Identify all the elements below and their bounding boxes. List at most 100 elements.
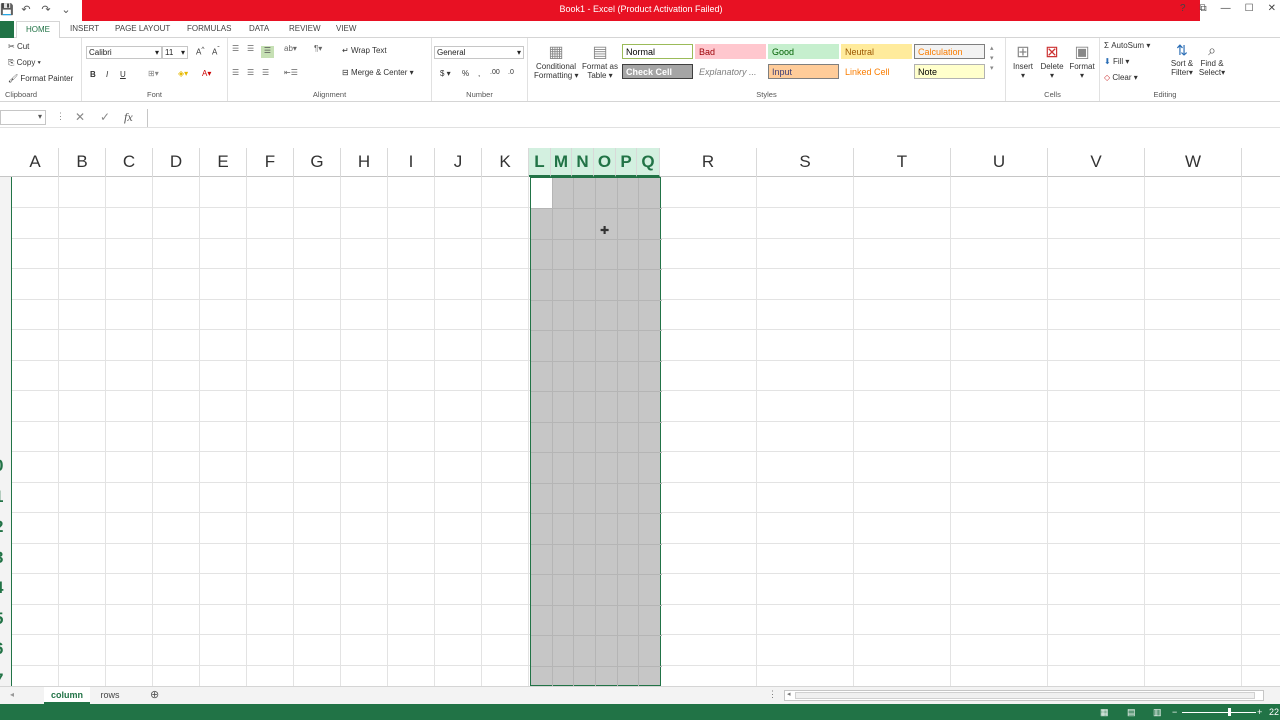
column-header-e[interactable]: E <box>200 148 247 177</box>
sheet-tab-column[interactable]: column <box>44 687 90 704</box>
clear-button[interactable]: ◇ Clear ▾ <box>1104 73 1138 82</box>
tab-formulas[interactable]: FORMULAS <box>187 24 231 33</box>
zoom-slider[interactable] <box>1182 712 1256 713</box>
column-header-u[interactable]: U <box>951 148 1048 177</box>
zoom-slider-thumb[interactable] <box>1228 708 1231 716</box>
rtl-icon[interactable]: ¶▾ <box>314 44 322 53</box>
zoom-level[interactable]: 22 <box>1269 707 1279 717</box>
column-header-g[interactable]: G <box>294 148 341 177</box>
undo-icon[interactable]: ↶ <box>20 3 32 16</box>
row-header[interactable]: 4 <box>0 578 3 598</box>
customize-qat-icon[interactable]: ⌄ <box>60 3 72 16</box>
row-header[interactable]: 7 <box>0 670 3 687</box>
tab-data[interactable]: DATA <box>249 24 269 33</box>
active-cell[interactable] <box>531 178 553 208</box>
cell-style-normal[interactable]: Normal <box>622 44 693 59</box>
new-sheet-icon[interactable]: ⊕ <box>150 688 159 701</box>
column-header-a[interactable]: A <box>12 148 59 177</box>
copy-button[interactable]: ⎘ Copy ▾ <box>8 58 41 68</box>
zoom-in-icon[interactable]: + <box>1257 707 1262 717</box>
align-bottom-icon[interactable]: ☰ <box>261 46 274 58</box>
row-header[interactable]: 0 <box>0 456 3 476</box>
italic-button[interactable]: I <box>106 70 108 79</box>
formula-input[interactable] <box>147 109 1280 127</box>
cell-style-good[interactable]: Good <box>768 44 839 59</box>
minimize-button[interactable]: — <box>1221 3 1231 14</box>
zoom-out-icon[interactable]: − <box>1172 707 1177 717</box>
comma-icon[interactable]: , <box>478 69 480 78</box>
sheet-tab-rows[interactable]: rows <box>92 687 128 704</box>
close-button[interactable]: ✕ <box>1268 3 1276 14</box>
tab-page-layout[interactable]: PAGE LAYOUT <box>115 24 170 33</box>
cell-style-check-cell[interactable]: Check Cell <box>622 64 693 79</box>
row-header[interactable]: 6 <box>0 639 3 659</box>
tab-split-handle-icon[interactable]: ⋮ <box>768 689 777 700</box>
scroll-left-icon[interactable]: ◂ <box>787 690 791 698</box>
name-box[interactable]: ▾ <box>0 110 46 125</box>
decrease-decimal-icon[interactable]: .0 <box>508 69 514 76</box>
tab-review[interactable]: REVIEW <box>289 24 321 33</box>
cut-button[interactable]: ✂ Cut <box>8 42 29 51</box>
align-top-icon[interactable]: ☰ <box>232 44 239 53</box>
column-header-f[interactable]: F <box>247 148 294 177</box>
align-right-icon[interactable]: ☰ <box>262 68 269 77</box>
confirm-entry-button[interactable]: ✓ <box>100 110 110 124</box>
maximize-button[interactable]: ☐ <box>1245 3 1254 14</box>
underline-button[interactable]: U <box>120 70 126 79</box>
worksheet-grid[interactable] <box>12 177 1280 686</box>
tab-home[interactable]: HOME <box>16 21 60 39</box>
redo-icon[interactable]: ↷ <box>40 3 52 16</box>
number-format-select[interactable]: General ▾ <box>434 46 524 59</box>
column-header-d[interactable]: D <box>153 148 200 177</box>
bold-button[interactable]: B <box>90 70 96 79</box>
cell-style-explanatory[interactable]: Explanatory ... <box>695 64 766 79</box>
percent-icon[interactable]: % <box>462 69 469 78</box>
scroll-tabs-left-icon[interactable]: ◂ <box>10 690 14 699</box>
column-header-t[interactable]: T <box>854 148 951 177</box>
align-middle-icon[interactable]: ☰ <box>247 44 254 53</box>
column-header-w[interactable]: W <box>1145 148 1242 177</box>
format-as-table-button[interactable]: ▤ Format as Table ▾ <box>580 42 620 80</box>
autosum-button[interactable]: Σ AutoSum ▾ <box>1104 41 1150 50</box>
column-header-q[interactable]: Q <box>637 148 660 177</box>
column-header-l[interactable]: L <box>529 148 551 177</box>
save-icon[interactable]: 💾 <box>0 3 14 16</box>
format-cells-button[interactable]: ▣ Format ▾ <box>1068 42 1096 80</box>
conditional-formatting-button[interactable]: ▦ Conditional Formatting ▾ <box>534 42 578 80</box>
insert-cells-button[interactable]: ⊞ Insert ▾ <box>1010 42 1036 80</box>
tab-insert[interactable]: INSERT <box>70 24 99 33</box>
font-name-select[interactable]: Calibri ▾ <box>86 46 162 59</box>
row-header[interactable]: 2 <box>0 517 3 537</box>
column-header-b[interactable]: B <box>59 148 106 177</box>
column-header-v[interactable]: V <box>1048 148 1145 177</box>
row-header[interactable]: 1 <box>0 487 3 507</box>
cell-style-input[interactable]: Input <box>768 64 839 79</box>
scrollbar-thumb[interactable] <box>795 692 1255 699</box>
orientation-icon[interactable]: ab▾ <box>284 44 297 53</box>
column-header-p[interactable]: P <box>616 148 637 177</box>
cell-style-note[interactable]: Note <box>914 64 985 79</box>
align-center-icon[interactable]: ☰ <box>247 68 254 77</box>
normal-view-icon[interactable]: ▦ <box>1100 707 1109 718</box>
help-button[interactable]: ? <box>1180 3 1186 14</box>
currency-icon[interactable]: $ ▾ <box>440 69 451 78</box>
fill-color-icon[interactable]: ◈▾ <box>178 69 188 78</box>
increase-decimal-icon[interactable]: .00 <box>490 69 500 76</box>
outdent-icon[interactable]: ⇤☰ <box>284 68 298 77</box>
borders-icon[interactable]: ⊞▾ <box>148 69 159 78</box>
column-header-i[interactable]: I <box>388 148 435 177</box>
font-color-icon[interactable]: A▾ <box>202 69 211 78</box>
column-header-m[interactable]: M <box>551 148 572 177</box>
cell-style-neutral[interactable]: Neutral <box>841 44 912 59</box>
font-size-select[interactable]: 11 ▾ <box>162 46 188 59</box>
increase-font-icon[interactable]: A^ <box>196 46 204 57</box>
insert-function-button[interactable]: fx <box>124 110 133 125</box>
row-header[interactable]: 5 <box>0 609 3 629</box>
sort-filter-button[interactable]: ⇅ Sort & Filter▾ <box>1168 42 1196 77</box>
tab-view[interactable]: VIEW <box>336 24 356 33</box>
horizontal-scrollbar[interactable]: ◂ <box>784 690 1264 701</box>
file-tab[interactable] <box>0 21 14 38</box>
page-break-view-icon[interactable]: ▥ <box>1153 707 1162 718</box>
column-header-k[interactable]: K <box>482 148 529 177</box>
find-select-button[interactable]: ⌕ Find & Select▾ <box>1198 42 1226 77</box>
